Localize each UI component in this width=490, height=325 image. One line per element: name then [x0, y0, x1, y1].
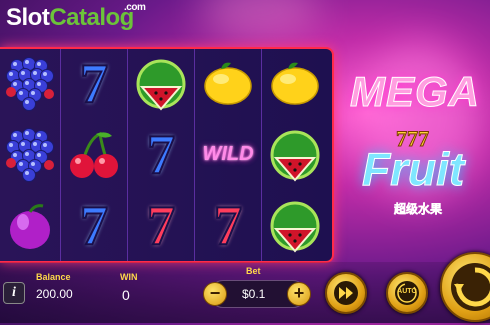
game-logo: MEGA 777 Fruit 超级水果 — [350, 68, 490, 217]
reel-grid: 7 7 7 7 WILD 7 — [0, 47, 334, 263]
spin-button[interactable] — [440, 252, 490, 322]
reel-1 — [0, 49, 61, 261]
fast-forward-icon — [334, 281, 358, 305]
watermark-com: .com — [124, 2, 146, 13]
slotcatalog-watermark: SlotCatalog .com — [6, 2, 146, 32]
logo-subtitle: 超级水果 — [394, 202, 443, 217]
info-button[interactable]: i — [3, 282, 25, 304]
cherries-symbol — [65, 123, 123, 187]
auto-spin-button[interactable]: AUTO — [386, 272, 428, 314]
reel-5 — [262, 49, 328, 261]
reel-4: WILD 7 — [195, 49, 262, 261]
background-glow — [200, 0, 320, 40]
balance-label: Balance — [36, 272, 71, 282]
logo-mega: MEGA — [350, 68, 480, 116]
bet-increase-button[interactable]: + — [287, 282, 311, 306]
wild-symbol: WILD — [199, 123, 257, 187]
seven-blue-symbol: 7 — [146, 123, 176, 186]
reel-2: 77 — [61, 49, 128, 261]
wild-label: WILD — [202, 143, 254, 166]
watermark-catalog: Catalog — [49, 4, 134, 31]
logo-fruit: Fruit — [361, 143, 465, 196]
bet-value: $0.1 — [242, 287, 266, 301]
watermelon-symbol — [266, 123, 324, 187]
seven-blue-symbol: 7 — [79, 53, 109, 116]
bet-decrease-button[interactable]: − — [203, 282, 227, 306]
auto-label: AUTO — [397, 288, 417, 295]
grapes-symbol — [1, 123, 59, 187]
bet-label: Bet — [246, 266, 261, 276]
turbo-button[interactable] — [325, 272, 367, 314]
watermelon-symbol — [266, 194, 324, 258]
reel-3: 77 — [128, 49, 195, 261]
win-label: WIN — [120, 272, 138, 282]
grapes-symbol — [1, 52, 59, 116]
seven-red-symbol: 7 — [146, 194, 176, 257]
lemon-symbol — [199, 52, 257, 116]
lemon-symbol — [266, 52, 324, 116]
seven-red-symbol: 7 — [213, 194, 243, 257]
win-value: 0 — [122, 287, 130, 303]
spin-icon — [451, 263, 490, 311]
seven-blue-symbol: 7 — [79, 194, 109, 257]
plum-symbol — [1, 194, 59, 258]
watermelon-symbol — [132, 52, 190, 116]
balance-value: 200.00 — [36, 287, 73, 301]
watermark-slot: Slot — [6, 4, 50, 31]
